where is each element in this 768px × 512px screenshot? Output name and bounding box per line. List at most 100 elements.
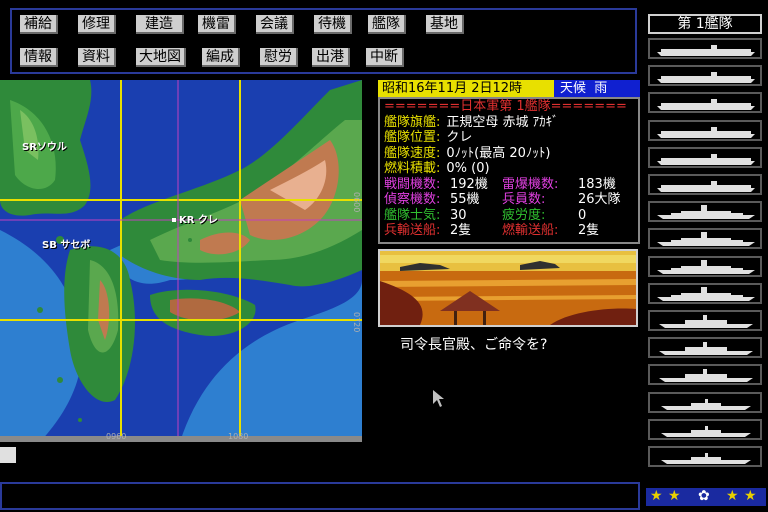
ship-slot[interactable] [648,201,762,223]
fleet-stat-v1: 30 [450,207,467,223]
ship-slot[interactable] [648,418,762,440]
bottom-bar: ★ ★ ✿ ★ ★ [0,482,768,512]
fleet-row-label: 艦隊旗艦: [384,114,441,130]
tick-y2: 0720 [352,312,361,333]
fleet-row: 艦隊位置: クレ [384,130,634,146]
menu-suspend-button[interactable]: 中断 [366,48,404,67]
map-scroll-thumb[interactable] [0,447,16,463]
fleet-stat-l1: 戦闘機数: [384,176,441,192]
strategic-map[interactable]: SRソウル KR クレ SB サセボ 0960 1080 0600 0720 [0,80,362,442]
cruiser-icon [659,369,753,383]
fleet-header: =======日本軍第 1艦隊======= [384,99,627,114]
fleet-row-value: 0% (0) [446,161,490,176]
fleet-stat-l1: 艦隊士気: [384,207,441,223]
city-kure[interactable]: KR クレ [172,211,218,226]
ship-slot[interactable] [648,391,762,413]
battleship-icon [657,259,755,274]
ship-slot[interactable] [648,38,762,59]
fleet-stat-l2: 燃輸送船: [502,223,559,238]
menu-supply-button[interactable]: 補給 [20,15,58,34]
city-sasebo[interactable]: SB サセボ [42,236,90,251]
battleship-icon [657,286,755,301]
fleet-stat-v2: 0 [578,207,587,223]
ship-slot[interactable] [648,119,762,141]
city-seoul[interactable]: SRソウル [22,138,67,153]
destroyer-icon [661,425,751,437]
fleet-row-label: 艦隊位置: [384,130,441,145]
command-prompt: 司令長官殿、ご命令を? [400,337,548,353]
tick-x1: 0960 [106,432,127,441]
menu-repair-button[interactable]: 修理 [78,15,116,34]
ship-slot[interactable] [648,65,762,87]
menu-build-button[interactable]: 建造 [136,15,184,34]
date-weather-bar: 昭和16年11月 2日12時 天候 雨 [378,80,640,97]
menu-large-map-button[interactable]: 大地図 [136,48,186,67]
menu-standby-button[interactable]: 待機 [314,15,352,34]
ship-slot[interactable] [648,92,762,114]
fleet-stat-row: 偵察機数: 55機 兵員数: 26大隊 [384,192,634,208]
fleet-info-panel: =======日本軍第 1艦隊======= 艦隊旗艦: 正規空母 赤城 ｱｶｷﾞ… [378,97,640,244]
fleet-ship-panel: 第 1艦隊 [644,8,766,482]
menu-mine-button[interactable]: 機雷 [198,15,236,34]
fleet-row-value: 0ﾉｯﾄ(最高 20ﾉｯﾄ) [446,145,551,161]
star-icon: ★ [668,488,681,504]
fleet-stat-v2: 183機 [578,176,616,192]
fleet-row-label: 燃料積載: [384,161,441,176]
rank-insignia: ★ ★ ✿ ★ ★ [646,488,766,506]
menu-morale-button[interactable]: 慰労 [260,48,298,67]
fleet-row: 燃料積載: 0% (0) [384,161,634,177]
fleet-stat-row: 戦闘機数: 192機 雷爆機数: 183機 [384,177,634,193]
ship-slot[interactable] [648,228,762,250]
fleet-stat-v1: 192機 [450,176,488,192]
star-icon: ★ [726,488,739,504]
fleet-stat-row: 艦隊士気: 30 疲労度: 0 [384,208,634,224]
fleet-stat-v1: 2隻 [450,223,472,238]
fleet-stat-l1: 偵察機数: [384,192,441,207]
weather-display: 天候 雨 [554,80,640,97]
fleet-stat-l2: 疲労度: [502,207,546,223]
carrier-icon [657,72,755,84]
cruiser-icon [659,342,753,356]
fleet-stat-l2: 雷爆機数: [502,176,559,192]
menu-fleet-button[interactable]: 艦隊 [368,15,406,34]
battleship-icon [657,205,755,220]
menu-organize-button[interactable]: 編成 [202,48,240,67]
ship-slot[interactable] [648,446,762,467]
fleet-panel-title[interactable]: 第 1艦隊 [648,14,762,34]
fleet-row: 艦隊旗艦: 正規空母 赤城 ｱｶｷﾞ [384,115,634,131]
fleet-stat-v1: 55機 [450,192,480,207]
menu-meeting-button[interactable]: 会議 [256,15,294,34]
fleet-stat-l1: 兵輸送船: [384,223,441,238]
carrier-icon [657,45,755,56]
carrier-icon [657,181,755,192]
map-terrain [0,80,362,442]
fleet-row-value: 正規空母 赤城 ｱｶｷﾞ [446,114,559,130]
fleet-stat-v2: 26大隊 [578,192,621,207]
battleship-icon [657,232,755,247]
star-icon: ★ [744,488,757,504]
carrier-icon [657,126,755,138]
carrier-icon [657,99,755,111]
tick-x2: 1080 [228,432,249,441]
harbor-scene-image [378,249,638,327]
menu-data-button[interactable]: 資料 [78,48,116,67]
flower-emblem-icon: ✿ [698,488,710,504]
menu-base-button[interactable]: 基地 [426,15,464,34]
fleet-row-label: 艦隊速度: [384,145,441,161]
menu-sortie-button[interactable]: 出港 [312,48,350,67]
map-scroll-track[interactable] [0,444,362,464]
ship-slot[interactable] [648,364,762,386]
command-menu: 補給 修理 建造 機雷 会議 待機 艦隊 基地情報 資料 大地図 編成 慰労 出港 中断 [10,8,637,74]
ship-slot[interactable] [648,146,762,168]
ship-slot[interactable] [648,255,762,277]
destroyer-icon [661,398,751,410]
menu-intel-button[interactable]: 情報 [20,48,58,67]
status-line [0,482,640,510]
destroyer-icon [661,453,751,464]
ship-slot[interactable] [648,337,762,359]
ship-slot[interactable] [648,282,762,304]
fleet-row-value: クレ [446,130,473,145]
ship-slot[interactable] [648,174,762,195]
cruiser-icon [659,315,753,328]
ship-slot[interactable] [648,310,762,331]
